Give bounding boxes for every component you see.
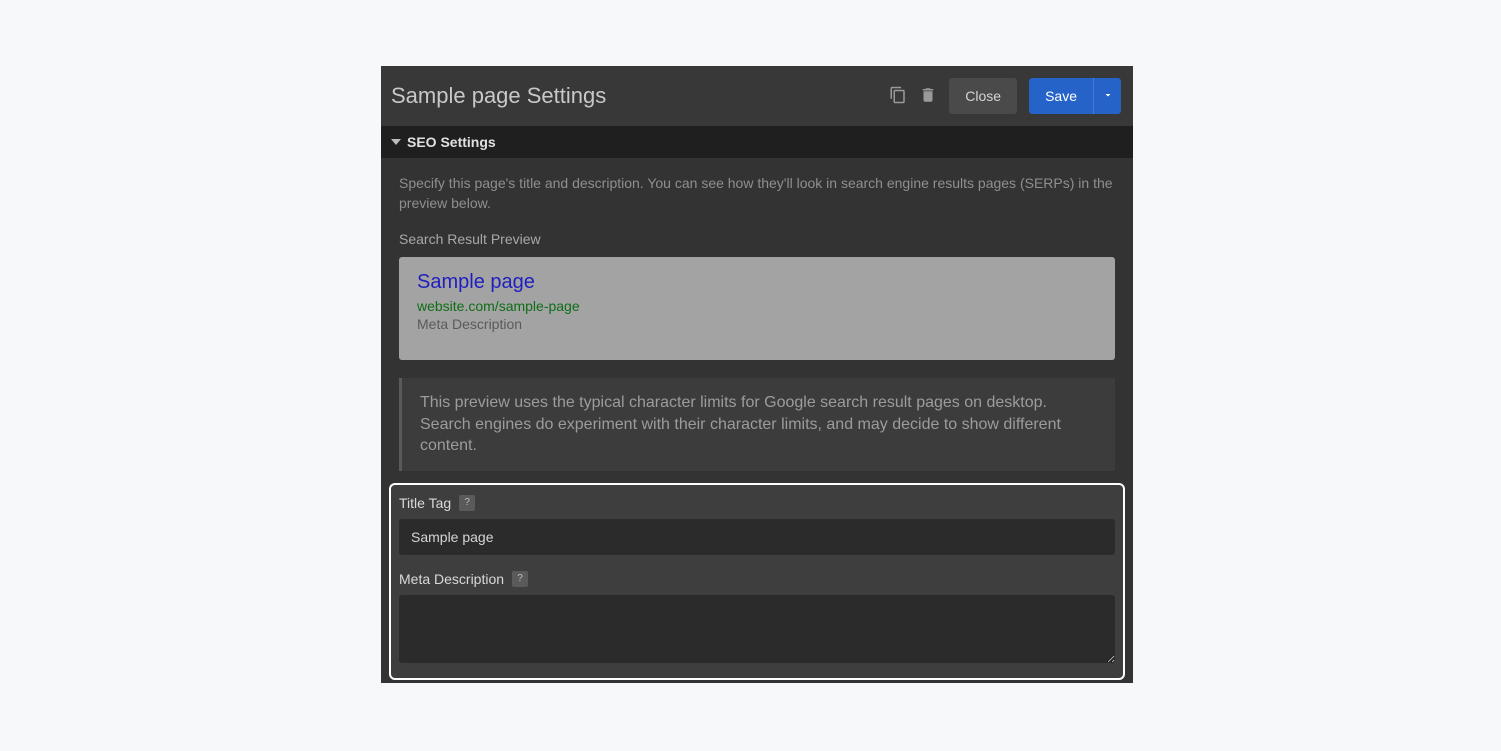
copy-icon (889, 86, 907, 107)
highlighted-fields: Title Tag ? Meta Description ? (389, 483, 1125, 680)
help-icon[interactable]: ? (459, 495, 475, 511)
info-callout: This preview uses the typical character … (399, 378, 1115, 471)
modal-title: Sample page Settings (391, 83, 606, 109)
title-tag-input[interactable] (399, 519, 1115, 555)
serp-preview: Sample page website.com/sample-page Meta… (399, 257, 1115, 360)
title-tag-label: Title Tag (399, 495, 451, 511)
serp-title: Sample page (417, 271, 1097, 294)
caret-down-icon (391, 134, 401, 150)
section-description: Specify this page's title and descriptio… (399, 174, 1115, 213)
serp-url: website.com/sample-page (417, 298, 1097, 314)
serp-meta: Meta Description (417, 316, 1097, 332)
close-button[interactable]: Close (949, 78, 1017, 114)
settings-modal: Sample page Settings Close Save (381, 66, 1133, 683)
trash-icon (919, 86, 937, 107)
title-tag-label-row: Title Tag ? (399, 495, 1115, 511)
section-title: SEO Settings (407, 134, 496, 150)
meta-description-label: Meta Description (399, 571, 504, 587)
section-body: Specify this page's title and descriptio… (381, 158, 1133, 683)
save-dropdown-button[interactable] (1093, 78, 1121, 114)
meta-description-input[interactable] (399, 595, 1115, 663)
duplicate-button[interactable] (889, 86, 907, 107)
meta-description-label-row: Meta Description ? (399, 571, 1115, 587)
help-icon[interactable]: ? (512, 571, 528, 587)
delete-button[interactable] (919, 86, 937, 107)
modal-header: Sample page Settings Close Save (381, 66, 1133, 126)
save-button-group: Save (1029, 78, 1121, 114)
save-button[interactable]: Save (1029, 78, 1093, 114)
section-header-seo[interactable]: SEO Settings (381, 126, 1133, 158)
header-actions: Close Save (889, 78, 1121, 114)
chevron-down-icon (1102, 88, 1114, 104)
preview-label: Search Result Preview (399, 231, 1115, 247)
